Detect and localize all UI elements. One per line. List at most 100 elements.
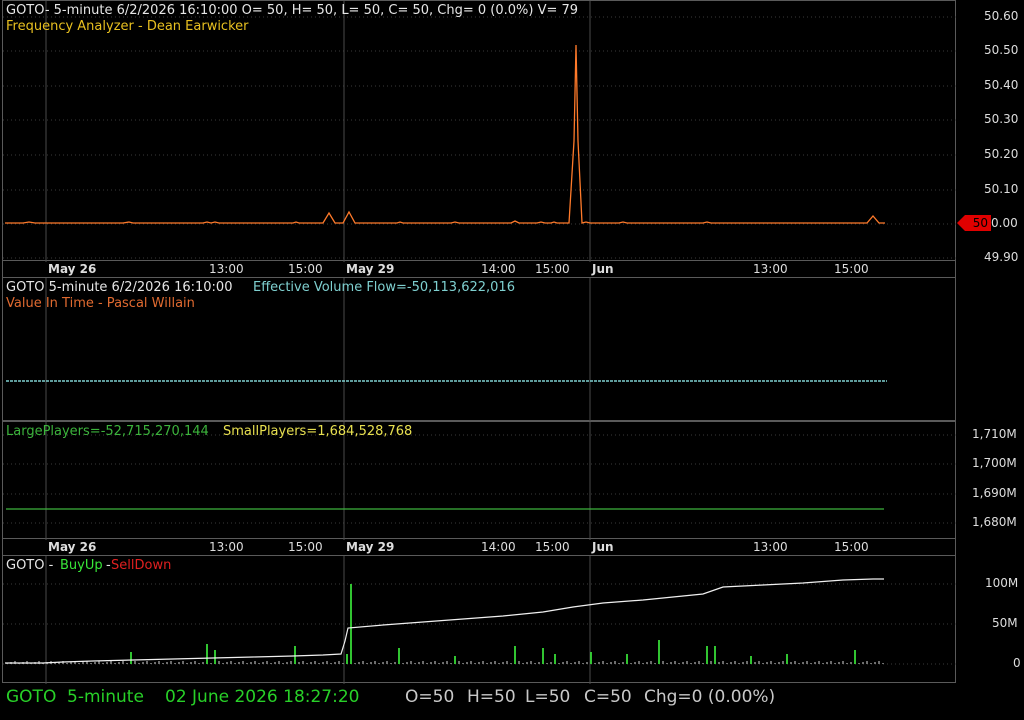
volume-bar bbox=[54, 663, 56, 664]
volume-bar bbox=[626, 654, 628, 664]
volume-bar bbox=[854, 650, 856, 664]
volume-bar bbox=[802, 662, 804, 664]
volume-bar bbox=[686, 661, 688, 664]
status-low: L=50 bbox=[525, 687, 571, 707]
volume-bar bbox=[314, 661, 316, 664]
volume-bar bbox=[542, 648, 544, 664]
buysell-panel[interactable]: GOTO - BuyUp - SellDown bbox=[2, 555, 957, 684]
price-panel[interactable]: GOTO- 5-minute 6/2/2026 16:10:00 O= 50, … bbox=[2, 0, 957, 262]
volume-bar bbox=[402, 663, 404, 664]
volume-bar bbox=[106, 662, 108, 664]
volume-bar bbox=[346, 654, 348, 664]
volume-bar bbox=[150, 663, 152, 664]
volume-bar bbox=[374, 661, 376, 664]
volume-bar bbox=[754, 662, 756, 664]
volume-bar bbox=[566, 661, 568, 664]
volume-bar bbox=[354, 663, 356, 664]
volume-bar bbox=[166, 662, 168, 664]
volume-bar bbox=[630, 663, 632, 664]
volume-bar bbox=[262, 662, 264, 664]
buysell-scale[interactable]: 100M 50M 0 bbox=[957, 555, 1024, 683]
volume-bar bbox=[502, 662, 504, 664]
volume-bar bbox=[294, 646, 296, 664]
volume-bar bbox=[474, 663, 476, 664]
volume-bar bbox=[882, 663, 884, 664]
volume-bar bbox=[758, 661, 760, 664]
volume-bar bbox=[870, 663, 872, 664]
volume-bar bbox=[382, 662, 384, 664]
volume-bar bbox=[242, 661, 244, 664]
volume-bar bbox=[738, 663, 740, 664]
volume-bar bbox=[410, 661, 412, 664]
date-tick: 14:00 bbox=[481, 540, 516, 554]
volume-bar bbox=[742, 662, 744, 664]
volume-bar bbox=[126, 663, 128, 664]
volume-bar bbox=[138, 663, 140, 664]
volume-bar bbox=[210, 663, 212, 664]
players-chart bbox=[3, 422, 957, 540]
volume-bar bbox=[390, 663, 392, 664]
price-y-label: 50.60 bbox=[984, 9, 1019, 23]
volume-bar bbox=[182, 661, 184, 664]
volume-bar bbox=[458, 661, 460, 664]
volume-bar bbox=[746, 661, 748, 664]
volume-bar bbox=[218, 661, 220, 664]
volume-bar bbox=[434, 661, 436, 664]
volume-bar bbox=[326, 661, 328, 664]
volume-bar bbox=[570, 663, 572, 664]
volume-bar bbox=[298, 662, 300, 664]
volume-bar bbox=[694, 662, 696, 664]
volume-bar bbox=[162, 663, 164, 664]
price-scale[interactable]: 50.60 50.50 50.40 50.30 50.20 50.10 0.00… bbox=[957, 0, 1024, 264]
volume-bar bbox=[578, 661, 580, 664]
volume-bar bbox=[102, 663, 104, 664]
flow-panel[interactable]: GOTO 5-minute 6/2/2026 16:10:00 Effectiv… bbox=[2, 277, 956, 422]
volume-bar bbox=[654, 663, 656, 664]
volume-bar bbox=[838, 662, 840, 664]
date-axis-top: May 26 13:00 15:00 May 29 14:00 15:00 Ju… bbox=[2, 261, 956, 277]
volume-bar bbox=[170, 661, 172, 664]
volume-bar bbox=[702, 663, 704, 664]
volume-bar bbox=[258, 663, 260, 664]
flow-panel-value: Effective Volume Flow=-50,113,622,016 bbox=[253, 280, 515, 295]
volume-bar bbox=[490, 662, 492, 664]
date-tick: Jun bbox=[592, 540, 614, 554]
volume-bar bbox=[866, 661, 868, 664]
date-tick: 13:00 bbox=[209, 540, 244, 554]
volume-bar bbox=[482, 661, 484, 664]
volume-bar bbox=[362, 661, 364, 664]
flow-scale[interactable] bbox=[957, 277, 1024, 421]
date-tick: 15:00 bbox=[288, 540, 323, 554]
volume-bar bbox=[622, 662, 624, 664]
volume-bar bbox=[846, 663, 848, 664]
volume-bar bbox=[178, 662, 180, 664]
volume-bar bbox=[526, 662, 528, 664]
buysell-title: GOTO - bbox=[6, 558, 54, 573]
volume-bar bbox=[154, 662, 156, 664]
volume-bar bbox=[418, 662, 420, 664]
volume-bar bbox=[822, 663, 824, 664]
volume-bar bbox=[350, 584, 352, 664]
players-panel[interactable]: LargePlayers=-52,715,270,144 SmallPlayer… bbox=[2, 421, 957, 540]
volume-bar bbox=[158, 661, 160, 664]
status-close: C=50 bbox=[584, 687, 632, 707]
volume-bar bbox=[422, 661, 424, 664]
volume-bar bbox=[134, 661, 136, 664]
volume-bar bbox=[634, 662, 636, 664]
volume-bar bbox=[514, 646, 516, 664]
volume-bar bbox=[130, 652, 132, 664]
date-axis-bottom: May 26 13:00 15:00 May 29 14:00 15:00 Ju… bbox=[2, 539, 956, 555]
players-scale[interactable]: 1,710M 1,700M 1,690M 1,680M bbox=[957, 421, 1024, 539]
volume-bar bbox=[94, 662, 96, 664]
volume-bar bbox=[266, 661, 268, 664]
volume-bar bbox=[718, 662, 720, 664]
volume-bar bbox=[334, 662, 336, 664]
price-y-label: 50.10 bbox=[984, 182, 1019, 196]
volume-bar bbox=[726, 663, 728, 664]
volume-bar bbox=[286, 662, 288, 664]
buysell-y-label: 0 bbox=[1013, 656, 1021, 670]
date-tick: Jun bbox=[592, 262, 614, 276]
date-tick: 13:00 bbox=[209, 262, 244, 276]
volume-bar bbox=[118, 662, 120, 664]
date-tick: 13:00 bbox=[753, 540, 788, 554]
